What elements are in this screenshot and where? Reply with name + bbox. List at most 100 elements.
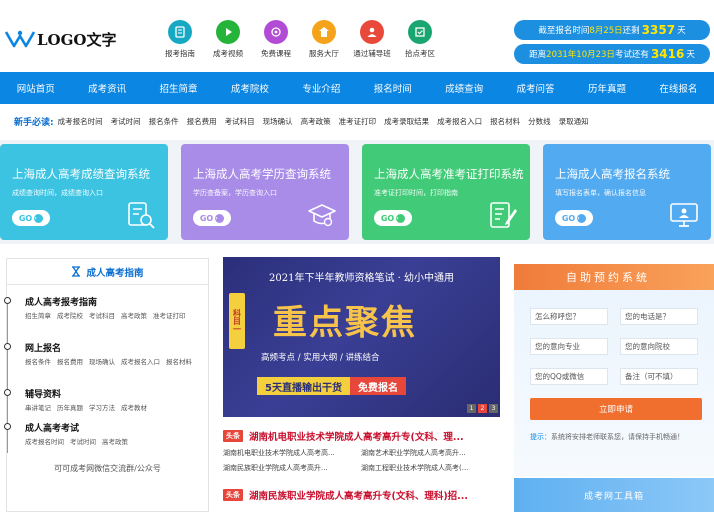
banner-admission-ticket[interactable]: 上海成人高考准考证打印系统 准考证打印时间，打印指南 GO › xyxy=(362,144,530,240)
must-read-link[interactable]: 报名材料 xyxy=(490,116,520,127)
news-item[interactable]: 湖南机电职业技术学院成人高考高... xyxy=(223,448,361,458)
go-button[interactable]: GO › xyxy=(555,210,593,226)
guide-section-title[interactable]: 成人高考考试 xyxy=(25,421,202,434)
must-read-link[interactable]: 考试科目 xyxy=(225,116,255,127)
poster-page-3[interactable]: 3 xyxy=(489,404,498,413)
news-item[interactable]: 湖南民族职业学院成人高考高升... xyxy=(223,463,361,473)
logo-text: LOGO文字 xyxy=(37,30,117,49)
guide-section-title[interactable]: 辅导资料 xyxy=(25,387,202,400)
guide-link[interactable]: 成考报名时间 xyxy=(25,438,64,446)
guide-section-links: 报名条件 报名费用 现场确认 成考报名入口 报名材料 xyxy=(25,357,202,367)
must-read-link[interactable]: 考试时间 xyxy=(111,116,141,127)
phone-field[interactable]: 您的电话是？ xyxy=(620,308,698,325)
nav-item-schools[interactable]: 成考院校 xyxy=(214,72,285,104)
guide-link[interactable]: 现场确认 xyxy=(89,358,115,366)
guide-link[interactable]: 高考政策 xyxy=(121,312,147,320)
nav-item-qa[interactable]: 成考问答 xyxy=(500,72,571,104)
poster-cta-right[interactable]: 免费报名 xyxy=(349,377,406,395)
must-read-link[interactable]: 现场确认 xyxy=(263,116,293,127)
must-read-link[interactable]: 录取通知 xyxy=(559,116,589,127)
guide-link[interactable]: 成考院校 xyxy=(57,312,83,320)
nav-item-majors[interactable]: 专业介绍 xyxy=(286,72,357,104)
must-read-link[interactable]: 成考报名入口 xyxy=(437,116,482,127)
major-field[interactable]: 您的意向专业 xyxy=(530,338,608,355)
quick-links: 报考指南 成考视频 免费课程 服务大厅 通过辅导班 拾点考区 xyxy=(156,20,444,59)
nav-item-past-papers[interactable]: 历年真题 xyxy=(571,72,642,104)
headline-title[interactable]: 湖南机电职业技术学院成人高考高升专(文科、理... xyxy=(249,429,464,443)
guide-section-title[interactable]: 网上报名 xyxy=(25,341,202,354)
quick-link-video[interactable]: 成考视频 xyxy=(204,20,252,59)
qq-wechat-field[interactable]: 您的QQ或微信 xyxy=(530,368,608,385)
guide-footer: 可可成考网微信交流群/公众号 xyxy=(54,464,161,473)
nav-item-online-registration[interactable]: 在线报名 xyxy=(643,72,714,104)
must-read-link[interactable]: 报名费用 xyxy=(187,116,217,127)
guide-link[interactable]: 报名费用 xyxy=(57,358,83,366)
go-button[interactable]: GO › xyxy=(374,210,412,226)
guide-link[interactable]: 历年真题 xyxy=(57,404,83,412)
nav-item-news[interactable]: 成考资讯 xyxy=(71,72,142,104)
guide-section-title[interactable]: 成人高考报考指南 xyxy=(25,295,202,308)
nav-item-score-query[interactable]: 成绩查询 xyxy=(428,72,499,104)
poster-cta-bar: 5天直播输出干货 免费报名 xyxy=(257,377,406,395)
guide-link[interactable]: 招生简章 xyxy=(25,312,51,320)
name-field[interactable]: 怎么称呼您？ xyxy=(530,308,608,325)
must-read-link[interactable]: 成考报名时间 xyxy=(58,116,103,127)
remark-field[interactable]: 备注（可不填） xyxy=(620,368,698,385)
promo-poster[interactable]: 2021年下半年教师资格笔试 · 幼小中通用 科目一 重点聚焦 高频考点 / 实… xyxy=(223,257,500,417)
banner-subtitle: 准考证打印时间，打印指南 xyxy=(374,189,458,197)
news-item[interactable]: 湖南艺术职业学院成人高考高升... xyxy=(361,448,499,458)
must-read-link[interactable]: 高考政策 xyxy=(301,116,331,127)
go-button[interactable]: GO › xyxy=(12,210,50,226)
countdown-prefix: 截至报名时间 xyxy=(538,26,590,36)
toolbox-header[interactable]: 成考网工具箱 xyxy=(514,478,714,512)
quick-link-service[interactable]: 服务大厅 xyxy=(300,20,348,59)
submit-button[interactable]: 立即申请 xyxy=(530,398,702,420)
nav-item-home[interactable]: 网站首页 xyxy=(0,72,71,104)
arrow-right-icon: › xyxy=(577,213,587,223)
headline-badge: 头条 xyxy=(223,430,243,442)
site-logo[interactable]: LOGO文字 xyxy=(4,26,117,52)
go-label: GO xyxy=(18,213,33,223)
guide-link[interactable]: 成考教材 xyxy=(121,404,147,412)
banner-registration-system[interactable]: 上海成人高考报名系统 填写报名表单，确认报名信息 GO › xyxy=(543,144,711,240)
quick-link-guide[interactable]: 报考指南 xyxy=(156,20,204,59)
headline-news-1: 头条 湖南机电职业技术学院成人高考高升专(文科、理... 湖南机电职业技术学院成… xyxy=(223,429,513,473)
exam-area-icon xyxy=(408,20,432,44)
nav-item-admissions[interactable]: 招生简章 xyxy=(143,72,214,104)
guide-header: 成人高考指南 xyxy=(7,259,208,285)
guide-link[interactable]: 高考政策 xyxy=(102,438,128,446)
news-item[interactable]: 湖南工程职业技术学院成人高考(... xyxy=(361,463,499,473)
quick-link-course[interactable]: 免费课程 xyxy=(252,20,300,59)
banner-title: 上海成人高考报名系统 xyxy=(555,167,670,181)
guide-link[interactable]: 报名条件 xyxy=(25,358,51,366)
guide-link[interactable]: 考试科目 xyxy=(89,312,115,320)
banner-degree-query[interactable]: 上海成人高考学历查询系统 学历查备案，学历查询入口 GO › xyxy=(181,144,349,240)
must-read-link[interactable]: 报名条件 xyxy=(149,116,179,127)
school-field[interactable]: 您的意向院校 xyxy=(620,338,698,355)
guide-link[interactable]: 学习方法 xyxy=(89,404,115,412)
must-read-link[interactable]: 成考录取结果 xyxy=(384,116,429,127)
headline-row: 头条 湖南民族职业学院成人高考高升专(文科、理科)招... xyxy=(223,488,513,502)
quick-link-exam-area[interactable]: 拾点考区 xyxy=(396,20,444,59)
guide-link[interactable]: 考试时间 xyxy=(70,438,96,446)
banner-subtitle: 成绩查询时间，成绩查询入口 xyxy=(12,189,103,197)
banner-score-query[interactable]: 上海成人高考成绩查询系统 成绩查询时间，成绩查询入口 GO › xyxy=(0,144,168,240)
must-read-link[interactable]: 分数线 xyxy=(528,116,551,127)
headline-title[interactable]: 湖南民族职业学院成人高考高升专(文科、理科)招... xyxy=(249,488,468,502)
computer-icon xyxy=(670,203,698,227)
poster-page-2[interactable]: 2 xyxy=(478,404,487,413)
go-button[interactable]: GO › xyxy=(193,210,231,226)
guide-link[interactable]: 成考报名入口 xyxy=(121,358,160,366)
poster-page-1[interactable]: 1 xyxy=(467,404,476,413)
nav-item-registration-time[interactable]: 报名时间 xyxy=(357,72,428,104)
quick-link-tutor[interactable]: 通过辅导班 xyxy=(348,20,396,59)
headline-news-2: 头条 湖南民族职业学院成人高考高升专(文科、理科)招... xyxy=(223,488,513,502)
guide-link[interactable]: 报名材料 xyxy=(166,358,192,366)
guide-section: 网上报名 报名条件 报名费用 现场确认 成考报名入口 报名材料 xyxy=(4,341,202,367)
guide-section-links: 成考报名时间 考试时间 高考政策 xyxy=(25,437,202,447)
timeline-dot xyxy=(4,423,11,430)
go-label: GO xyxy=(199,213,214,223)
guide-link[interactable]: 串讲笔记 xyxy=(25,404,51,412)
must-read-link[interactable]: 准考证打印 xyxy=(339,116,377,127)
guide-link[interactable]: 准考证打印 xyxy=(153,312,186,320)
